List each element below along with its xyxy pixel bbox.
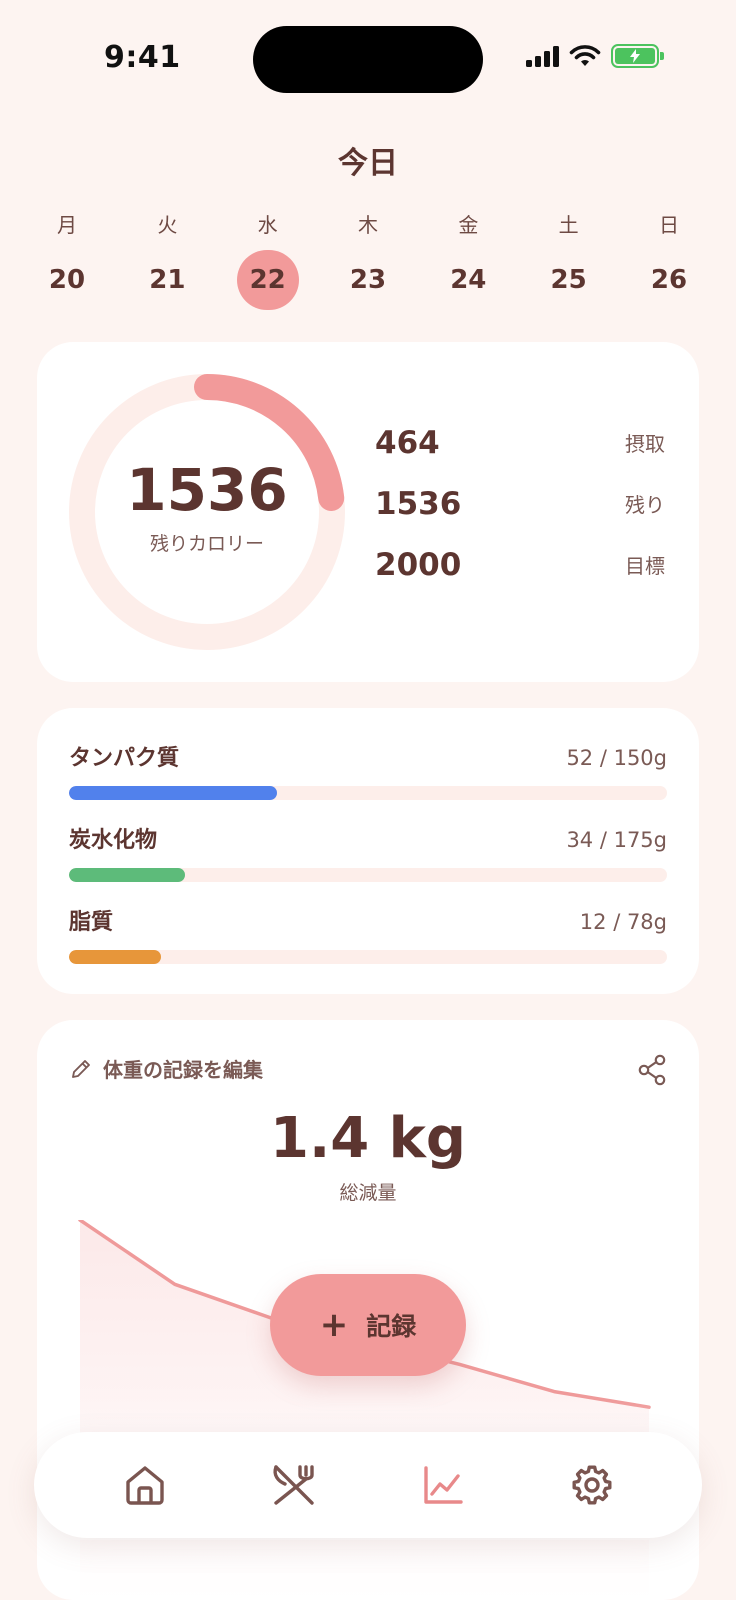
day-name: 水	[257, 213, 278, 237]
macro-amount: 52 / 150g	[566, 746, 667, 770]
calorie-stat-goal: 2000 目標	[375, 534, 665, 595]
day-name: 月	[57, 213, 77, 237]
day-number: 25	[550, 265, 587, 295]
day-name: 土	[558, 213, 579, 237]
day-number: 23	[349, 265, 387, 295]
home-icon	[125, 1466, 164, 1505]
calorie-stat-label: 目標	[625, 554, 665, 578]
status-bar: 9:41	[0, 0, 736, 110]
day-20[interactable]: 月 20	[17, 210, 117, 310]
macro-progress-track	[69, 786, 667, 800]
nav-meals[interactable]	[264, 1455, 324, 1515]
macro-carbs: 炭水化物 34 / 175g	[69, 822, 667, 904]
day-24[interactable]: 金 24	[418, 210, 518, 310]
day-number: 22	[236, 250, 299, 310]
macro-name: タンパク質	[69, 746, 180, 771]
nav-home[interactable]	[115, 1455, 175, 1515]
calorie-stat-label: 摂取	[625, 432, 665, 456]
day-23[interactable]: 木 23	[318, 210, 418, 310]
calorie-stat-value: 464	[375, 424, 440, 461]
dynamic-island	[253, 26, 483, 93]
day-25[interactable]: 土 25	[519, 210, 619, 310]
day-21[interactable]: 火 21	[117, 210, 217, 310]
wifi-icon	[569, 45, 601, 66]
day-22[interactable]: 水 22	[218, 210, 318, 310]
calorie-stat-value: 1536	[375, 485, 462, 522]
macro-amount: 12 / 78g	[579, 910, 667, 934]
page-title: 今日	[338, 146, 398, 181]
add-record-button[interactable]: + 記録	[270, 1274, 466, 1376]
chart-icon	[423, 1466, 463, 1504]
status-icons	[526, 44, 664, 68]
gear-icon	[572, 1465, 611, 1505]
macro-progress-track	[69, 950, 667, 964]
day-number: 24	[450, 265, 487, 295]
calorie-stats: 464 摂取 1536 残り 2000 目標	[375, 412, 665, 595]
remaining-calories-label: 残りカロリー	[149, 532, 264, 555]
edit-weight-label: 体重の記録を編集	[103, 1058, 263, 1082]
macro-name: 炭水化物	[69, 828, 158, 853]
status-time: 9:41	[104, 40, 181, 75]
remaining-calories-value: 1536	[126, 455, 288, 524]
share-icon[interactable]	[637, 1054, 667, 1086]
macro-progress-fill	[69, 950, 162, 964]
fork-knife-icon	[272, 1465, 314, 1505]
calorie-stat-label: 残り	[625, 493, 665, 517]
nav-settings[interactable]	[562, 1455, 622, 1515]
charging-bolt-icon	[630, 49, 640, 63]
plus-icon: +	[319, 1305, 349, 1345]
macro-protein: タンパク質 52 / 150g	[69, 740, 667, 822]
week-selector: 月 20 火 21 水 22 木 23 金 24 土 25 日 26	[17, 210, 719, 310]
day-name: 火	[157, 213, 178, 237]
day-number: 26	[650, 265, 688, 295]
edit-weight-log-link[interactable]: 体重の記録を編集	[69, 1054, 263, 1083]
calorie-card: 1536 残りカロリー 464 摂取 1536 残り 2000 目標	[37, 342, 699, 682]
nav-progress[interactable]	[413, 1455, 473, 1515]
cellular-signal-icon	[526, 45, 559, 67]
macro-progress-fill	[69, 868, 185, 882]
bottom-nav	[34, 1432, 702, 1538]
day-26[interactable]: 日 26	[619, 210, 719, 310]
add-record-label: 記録	[366, 1312, 417, 1341]
day-name: 日	[658, 213, 679, 237]
weight-loss-value: 1.4 kg	[269, 1106, 467, 1171]
calorie-stat-intake: 464 摂取	[375, 412, 665, 473]
pencil-icon	[72, 1059, 90, 1078]
macro-name: 脂質	[69, 910, 114, 935]
day-name: 金	[458, 213, 479, 237]
day-number: 21	[149, 265, 186, 295]
battery-icon	[611, 44, 664, 68]
macro-fat: 脂質 12 / 78g	[69, 904, 667, 986]
calorie-ring: 1536 残りカロリー	[67, 372, 347, 652]
day-number: 20	[48, 265, 86, 295]
day-name: 木	[357, 213, 378, 237]
macros-card: タンパク質 52 / 150g 炭水化物 34 / 175g 脂質 12 / 7…	[37, 708, 699, 994]
macro-amount: 34 / 175g	[566, 828, 667, 852]
calorie-stat-remaining: 1536 残り	[375, 473, 665, 534]
weight-loss-label: 総減量	[339, 1182, 397, 1204]
calorie-stat-value: 2000	[375, 546, 462, 583]
macro-progress-fill	[69, 786, 277, 800]
macro-progress-track	[69, 868, 667, 882]
